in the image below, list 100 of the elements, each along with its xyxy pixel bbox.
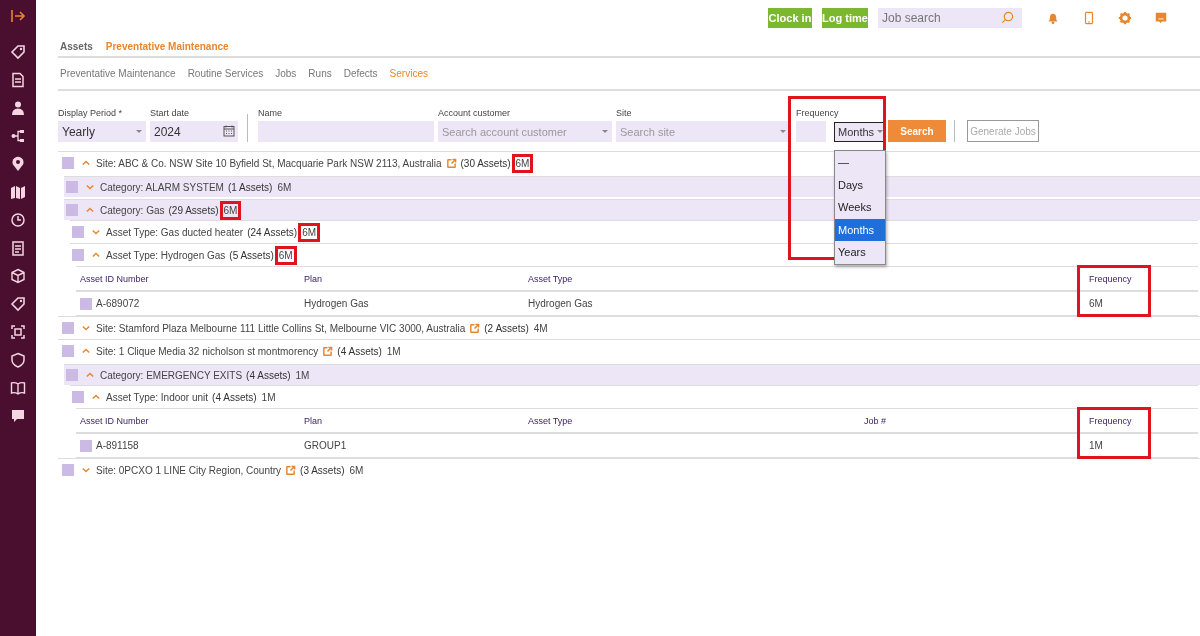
asset-type-row[interactable]: Asset Type: Indoor unit (4 Assets) 1M: [70, 385, 1198, 408]
scan-icon[interactable]: [10, 324, 26, 340]
column-header[interactable]: Plan: [304, 415, 322, 426]
table-row[interactable]: A-689072 Hydrogen Gas Hydrogen Gas 6M: [76, 292, 1198, 316]
hierarchy-icon[interactable]: [10, 128, 26, 144]
map-icon[interactable]: [10, 184, 26, 200]
frequency-value: 1M: [260, 390, 277, 404]
site-row[interactable]: Site: 1 Clique Media 32 nicholson st montmorency (4 Assets) 1M: [58, 339, 1200, 362]
caret-up-icon[interactable]: [82, 160, 90, 166]
column-header[interactable]: Frequency: [1089, 273, 1132, 284]
column-header[interactable]: Asset Type: [528, 415, 573, 426]
collapse-arrow-icon[interactable]: [10, 8, 26, 24]
row-checkbox[interactable]: [62, 464, 74, 476]
name-field[interactable]: [258, 121, 434, 142]
book-icon[interactable]: [10, 380, 26, 396]
row-checkbox[interactable]: [80, 439, 92, 452]
frequency-value: 6M: [514, 156, 531, 170]
asset-count: (30 Assets): [460, 157, 511, 169]
bell-icon[interactable]: [1046, 11, 1060, 25]
frequency-value: 6M: [222, 203, 239, 217]
dropdown-option[interactable]: Days: [835, 173, 885, 196]
external-link-icon[interactable]: [322, 345, 334, 357]
column-header[interactable]: Asset ID Number: [80, 273, 149, 284]
asset-count: (24 Assets): [247, 226, 298, 238]
caret-down-icon[interactable]: [82, 325, 90, 331]
clock-icon[interactable]: [10, 212, 26, 228]
external-link-icon[interactable]: [445, 157, 457, 169]
column-header[interactable]: Asset Type: [528, 273, 573, 284]
caret-down-icon[interactable]: [82, 467, 90, 473]
column-header[interactable]: Asset ID Number: [80, 415, 149, 426]
external-link-icon[interactable]: [469, 322, 481, 334]
table-row[interactable]: A-891158 GROUP1 1M: [76, 434, 1198, 458]
date-field[interactable]: 2024: [150, 121, 238, 142]
frequency-field[interactable]: [796, 121, 826, 142]
chat-icon[interactable]: [10, 408, 26, 424]
dropdown-option[interactable]: Years: [835, 241, 885, 264]
cube-icon[interactable]: [10, 268, 26, 284]
caret-up-icon[interactable]: [86, 372, 94, 378]
settings-icon[interactable]: [1118, 11, 1132, 25]
calendar-icon[interactable]: [223, 125, 235, 137]
group-label: Site: 1 Clique Media 32 nicholson st montmorency: [96, 345, 319, 357]
group-label: Category: Gas: [100, 204, 165, 216]
row-checkbox[interactable]: [72, 391, 84, 403]
column-header[interactable]: Frequency: [1089, 415, 1132, 426]
nav-tab[interactable]: Jobs: [275, 68, 297, 79]
search-field[interactable]: Job search: [878, 8, 1022, 28]
field-label: Display Period *: [58, 108, 124, 118]
row-checkbox[interactable]: [62, 322, 74, 334]
field-label: Site: [616, 108, 633, 118]
row-checkbox[interactable]: [62, 157, 74, 169]
shield-icon[interactable]: [10, 352, 26, 368]
group-label: Site: 0PCXO 1 LINE City Region, Country: [96, 464, 282, 476]
column-header[interactable]: Job #: [864, 415, 887, 426]
group-label: Asset Type: Indoor unit: [106, 391, 209, 403]
nav-tab[interactable]: Defects: [343, 68, 378, 79]
caret-down-icon[interactable]: [86, 184, 94, 190]
dropdown-option[interactable]: —: [835, 151, 885, 174]
phone-icon[interactable]: [1082, 11, 1096, 25]
row-checkbox[interactable]: [72, 249, 84, 261]
asset-count: (29 Assets): [168, 204, 219, 216]
row-checkbox[interactable]: [80, 297, 92, 310]
table-cell: Hydrogen Gas: [528, 298, 593, 309]
site-row[interactable]: Site: Stamford Plaza Melbourne 111 Little Collins St, Melbourne VIC 3000, Australia (2 Assets) 4M: [58, 316, 1200, 339]
site-row[interactable]: Site: 0PCXO 1 LINE City Region, Country (3 Assets) 6M: [58, 458, 1200, 481]
period-select[interactable]: Yearly: [58, 121, 146, 142]
caret-up-icon[interactable]: [92, 394, 100, 400]
table-cell: A-689072: [96, 298, 140, 309]
column-header[interactable]: Plan: [304, 273, 322, 284]
person-icon[interactable]: [10, 100, 26, 116]
category-row[interactable]: Category: EMERGENCY EXITS (4 Assets) 1M: [64, 364, 1200, 385]
nav-tab[interactable]: Routine Services: [187, 68, 264, 79]
tag-icon[interactable]: [10, 44, 26, 60]
row-checkbox[interactable]: [66, 369, 78, 381]
group-label: Asset Type: Hydrogen Gas: [106, 249, 226, 261]
caret-up-icon[interactable]: [82, 348, 90, 354]
group-label: Site: ABC & Co. NSW Site 10 Byfield St, Macquarie Park NSW 2113, Australia: [96, 157, 442, 169]
search-icon[interactable]: [1001, 11, 1014, 24]
field-label: Start date: [150, 108, 191, 118]
external-link-icon[interactable]: [285, 464, 297, 476]
frequency-value: 1M: [294, 368, 311, 382]
field-label: Account customer: [438, 108, 512, 118]
document-icon[interactable]: [10, 72, 26, 88]
caret-up-icon[interactable]: [86, 207, 94, 213]
dropdown-option[interactable]: Weeks: [835, 196, 885, 219]
asset-count: (4 Assets): [212, 391, 257, 403]
row-checkbox[interactable]: [62, 345, 74, 357]
row-checkbox[interactable]: [66, 181, 78, 193]
unit-select[interactable]: Months: [834, 121, 884, 142]
dropdown-option[interactable]: Months: [835, 218, 885, 241]
table-cell: GROUP1: [304, 440, 347, 451]
nav-tab[interactable]: Runs: [308, 68, 332, 79]
nav-tab[interactable]: Preventative Maintenance: [60, 68, 176, 79]
caret-down-icon[interactable]: [92, 229, 100, 235]
checklist-icon[interactable]: [10, 240, 26, 256]
row-checkbox[interactable]: [66, 204, 78, 216]
map-pin-icon[interactable]: [10, 156, 26, 172]
tag-icon[interactable]: [10, 296, 26, 312]
breadcrumb-link[interactable]: Assets: [60, 40, 93, 52]
caret-up-icon[interactable]: [92, 252, 100, 258]
row-checkbox[interactable]: [72, 226, 84, 238]
